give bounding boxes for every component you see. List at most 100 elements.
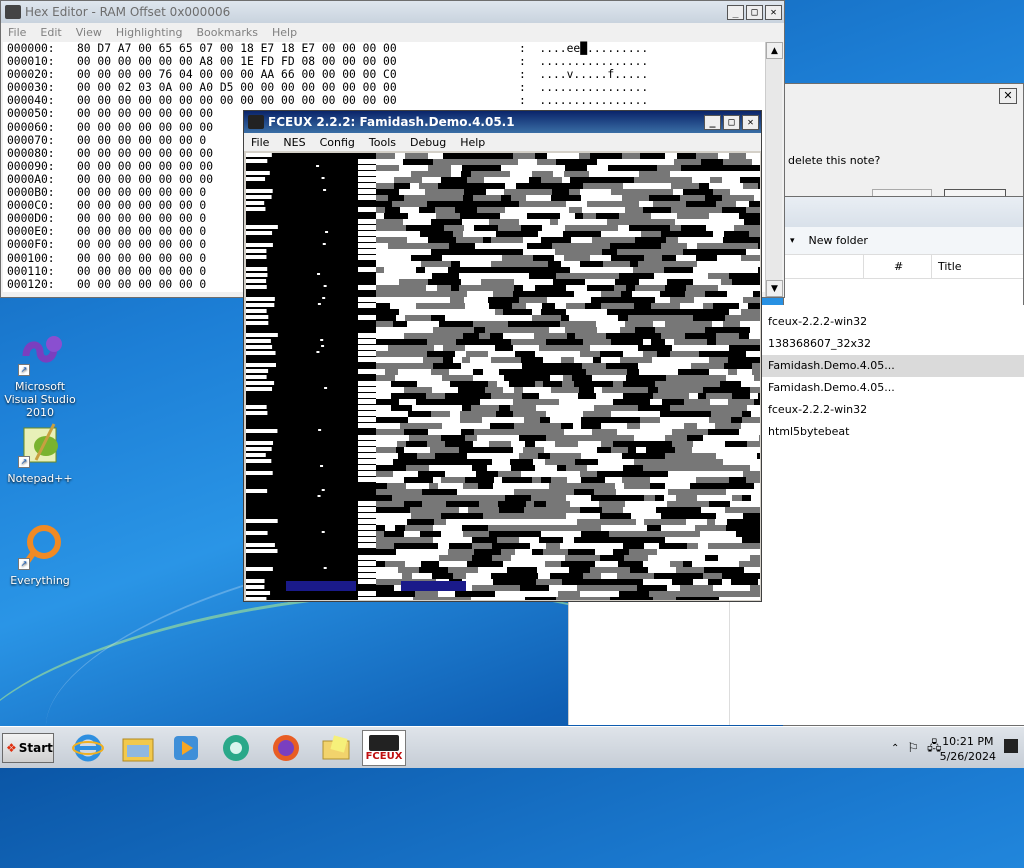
visual-studio-icon: ↗	[16, 328, 64, 376]
hex-row-addr: 000020:	[7, 68, 55, 82]
hex-row-addr: 000070:	[7, 133, 55, 147]
hex-row[interactable]: 000030: 00 00 02 03 0A 00 A0 D5 00 00 00 …	[3, 81, 766, 94]
hex-row-addr: 000090:	[7, 159, 55, 173]
fceux-titlebar[interactable]: FCEUX 2.2.2: Famidash.Demo.4.05.1 _ □ ✕	[244, 111, 761, 133]
hex-row-addr: 0000B0:	[7, 186, 55, 200]
menu-help[interactable]: Help	[453, 136, 492, 149]
fceux-app-icon	[5, 5, 21, 19]
scroll-down-button[interactable]: ▼	[766, 280, 783, 297]
fceux-menubar: File NES Config Tools Debug Help	[244, 133, 761, 151]
nes-screen-glitched[interactable]	[246, 153, 760, 600]
hex-scrollbar[interactable]: ▲ ▼	[765, 42, 783, 297]
hex-row-bytes[interactable]: 00 00 00 00 00 00 00 00 00 00 00 00 00 0…	[77, 94, 513, 107]
hex-row[interactable]: 000020: 00 00 00 00 76 04 00 00 00 AA 66 …	[3, 68, 766, 81]
start-label: Start	[18, 741, 53, 755]
fceux-taskbar-label: FCEUX	[365, 750, 403, 762]
menu-file[interactable]: File	[244, 136, 276, 149]
hex-row-addr: 000050:	[7, 107, 55, 121]
chrome-like-icon	[223, 735, 249, 761]
menu-nes[interactable]: NES	[276, 136, 312, 149]
maximize-button[interactable]: □	[723, 114, 740, 130]
hex-row-addr: 000040:	[7, 94, 55, 108]
shortcut-arrow-icon: ↗	[18, 558, 30, 570]
hex-row[interactable]: 000010: 00 00 00 00 00 00 A8 00 1E FD FD …	[3, 55, 766, 68]
start-button[interactable]: ❖ Start	[2, 733, 54, 763]
list-item[interactable]: 138368607_32x32	[762, 333, 1024, 355]
maximize-button[interactable]: □	[746, 4, 763, 20]
hex-row-bytes[interactable]: 80 D7 A7 00 65 65 07 00 18 E7 18 E7 00 0…	[77, 42, 513, 55]
hex-row-ascii: : ................	[519, 81, 649, 95]
windows-flag-icon: ❖	[6, 741, 17, 755]
internet-explorer-icon	[72, 734, 104, 762]
hex-row-addr: 000080:	[7, 146, 55, 160]
hex-row-addr: 000000:	[7, 42, 55, 55]
close-button[interactable]: ✕	[765, 4, 782, 20]
chevron-down-icon[interactable]: ▾	[790, 236, 795, 246]
hex-row-bytes[interactable]: 00 00 00 00 00 00 A8 00 1E FD FD 08 00 0…	[77, 55, 513, 68]
list-item[interactable]: fceux-2.2.2-win32	[762, 311, 1024, 333]
new-folder-button[interactable]: New folder	[809, 234, 868, 247]
notepad-plus-plus-icon: ↗	[16, 420, 64, 468]
minimize-button[interactable]: _	[704, 114, 721, 130]
menu-file[interactable]: File	[1, 26, 33, 39]
hex-row[interactable]: 000040: 00 00 00 00 00 00 00 00 00 00 00 …	[3, 94, 766, 107]
taskbar-folder-notes[interactable]	[314, 730, 358, 766]
hex-row-addr: 0000F0:	[7, 238, 55, 252]
menu-tools[interactable]: Tools	[362, 136, 403, 149]
desktop-icon-label: Notepad++	[7, 472, 73, 485]
menu-debug[interactable]: Debug	[403, 136, 453, 149]
menu-highlighting[interactable]: Highlighting	[109, 26, 190, 39]
column-headers: # Title	[784, 255, 1023, 279]
explorer-toolbar: ▾ New folder	[784, 227, 1023, 255]
hex-row-addr: 000030:	[7, 81, 55, 95]
menu-config[interactable]: Config	[313, 136, 362, 149]
shortcut-arrow-icon: ↗	[18, 364, 30, 376]
hex-row-addr: 000010:	[7, 55, 55, 69]
desktop-icon-everything[interactable]: ↗ Everything	[0, 522, 80, 587]
system-tray: ⌃ ⚐ 🖧 10:21 PM 5/26/2024	[869, 729, 1024, 767]
hex-row[interactable]: 000000: 80 D7 A7 00 65 65 07 00 18 E7 18 …	[3, 42, 766, 55]
hex-editor-titlebar[interactable]: Hex Editor - RAM Offset 0x000006 _ □ ✕	[1, 1, 784, 23]
confirm-dialog: ✕ delete this note?	[783, 83, 1024, 203]
taskbar-internet-explorer[interactable]	[66, 730, 110, 766]
hex-row-bytes[interactable]: 00 00 00 00 76 04 00 00 00 AA 66 00 00 0…	[77, 68, 513, 81]
list-item[interactable]: Famidash.Demo.4.05...	[762, 355, 1024, 377]
minimize-button[interactable]: _	[727, 4, 744, 20]
menu-view[interactable]: View	[69, 26, 109, 39]
menu-help[interactable]: Help	[265, 26, 304, 39]
clock[interactable]: 10:21 PM 5/26/2024	[940, 734, 996, 764]
hex-row-ascii: : ................	[519, 94, 649, 108]
hex-row-bytes[interactable]: 00 00 02 03 0A 00 A0 D5 00 00 00 00 00 0…	[77, 81, 513, 94]
menu-bookmarks[interactable]: Bookmarks	[190, 26, 265, 39]
dialog-close-button[interactable]: ✕	[999, 88, 1017, 104]
everything-search-icon: ↗	[16, 522, 64, 570]
col-title[interactable]: Title	[932, 255, 1023, 278]
menu-edit[interactable]: Edit	[33, 26, 68, 39]
list-item[interactable]: Famidash.Demo.4.05...	[762, 377, 1024, 399]
dialog-text: delete this note?	[788, 154, 881, 167]
taskbar-chrome-like[interactable]	[214, 730, 258, 766]
hex-row-ascii: : ....ee█.........	[519, 42, 649, 55]
hex-row-addr: 000120:	[7, 277, 55, 291]
taskbar-firefox[interactable]	[264, 730, 308, 766]
show-hidden-icons-chevron-icon[interactable]: ⌃	[891, 743, 899, 754]
desktop-icon-notepad-plus-plus[interactable]: ↗ Notepad++	[0, 420, 80, 485]
file-explorer-icon	[122, 738, 154, 762]
fceux-window: FCEUX 2.2.2: Famidash.Demo.4.05.1 _ □ ✕ …	[243, 110, 762, 602]
explorer-address-bar	[784, 197, 1023, 227]
action-center-flag-icon[interactable]: ⚐	[907, 741, 919, 756]
desktop-icon-visual-studio[interactable]: ↗ Microsoft Visual Studio 2010	[0, 328, 80, 419]
fceux-icon	[369, 734, 399, 751]
hex-row-ascii: : ....v.....f.....	[519, 68, 649, 82]
taskbar-media-player[interactable]	[164, 730, 208, 766]
fceux-app-icon	[248, 115, 264, 129]
taskbar-file-explorer[interactable]	[116, 730, 160, 766]
clock-time: 10:21 PM	[942, 735, 994, 748]
scroll-up-button[interactable]: ▲	[766, 42, 783, 59]
col-hash[interactable]: #	[864, 255, 932, 278]
list-item[interactable]: fceux-2.2.2-win32	[762, 399, 1024, 421]
close-button[interactable]: ✕	[742, 114, 759, 130]
volume-speaker-icon[interactable]	[1004, 739, 1018, 753]
taskbar-fceux[interactable]: FCEUX	[362, 730, 406, 766]
list-item[interactable]: html5bytebeat	[762, 421, 1024, 443]
